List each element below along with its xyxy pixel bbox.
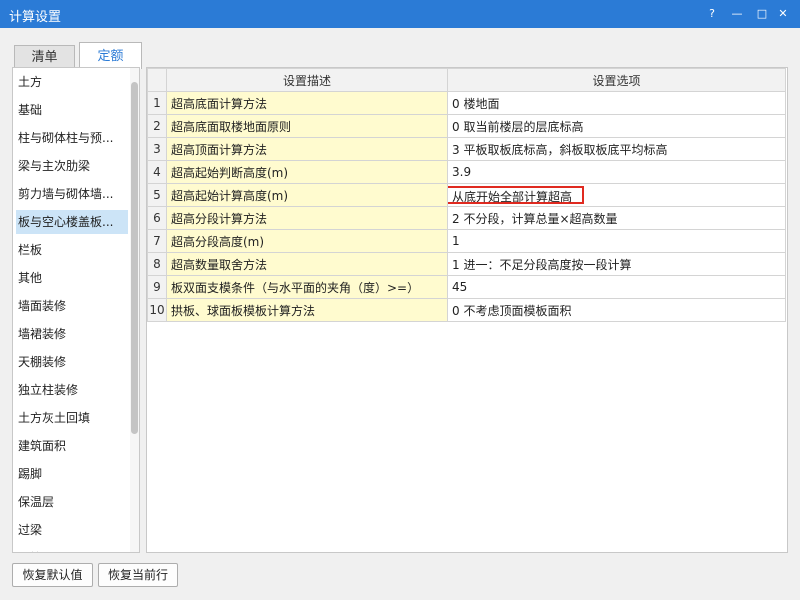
category-item[interactable]: 天棚装修 (16, 350, 128, 374)
restore-current-row-button[interactable]: 恢复当前行 (98, 563, 178, 587)
setting-option[interactable]: 1 (447, 229, 786, 253)
selected-option-editor[interactable]: 从底开始全部计算超高 (448, 186, 584, 204)
category-item[interactable]: 墙面装修 (16, 294, 128, 318)
setting-description: 超高分段高度(m) (166, 229, 448, 253)
category-item[interactable]: 保温层 (16, 490, 128, 514)
setting-option[interactable]: 1 进一：不足分段高度按一段计算 (447, 252, 786, 276)
settings-grid-panel: 设置描述 设置选项 1 超高底面计算方法 0 楼地面 2 超高底面取楼地面原则 0 取当前… (146, 67, 788, 553)
table-row[interactable]: 6 超高分段计算方法 2 不分段，计算总量×超高数量 (147, 206, 786, 230)
setting-option[interactable]: 0 取当前楼层的层底标高 (447, 114, 786, 138)
row-number: 3 (147, 137, 167, 161)
tab-bill[interactable]: 清单 (14, 45, 75, 69)
tab-quota[interactable]: 定额 (79, 42, 142, 69)
setting-description: 超高底面计算方法 (166, 91, 448, 115)
maximize-icon[interactable]: □ (752, 4, 772, 24)
category-item[interactable]: 建筑面积 (16, 434, 128, 458)
setting-description: 拱板、球面板模板计算方法 (166, 298, 448, 322)
table-row[interactable]: 5 超高起始计算高度(m) 从底开始全部计算超高 (147, 183, 786, 207)
table-header-row: 设置描述 设置选项 (147, 68, 786, 92)
category-item[interactable]: 过梁 (16, 518, 128, 542)
category-item[interactable]: 柱与砌体柱与预... (16, 126, 128, 150)
header-option: 设置选项 (447, 68, 786, 92)
table-row[interactable]: 3 超高顶面计算方法 3 平板取板底标高，斜板取板底平均标高 (147, 137, 786, 161)
category-item[interactable]: 栏板 (16, 238, 128, 262)
row-number: 5 (147, 183, 167, 207)
table-row[interactable]: 10 拱板、球面板模板计算方法 0 不考虑顶面模板面积 (147, 298, 786, 322)
table-row[interactable]: 4 超高起始判断高度(m) 3.9 (147, 160, 786, 184)
header-description: 设置描述 (166, 68, 448, 92)
close-icon[interactable]: ✕ (773, 4, 793, 24)
row-number: 6 (147, 206, 167, 230)
restore-default-button[interactable]: 恢复默认值 (12, 563, 93, 587)
setting-description: 超高起始判断高度(m) (166, 160, 448, 184)
category-list: 土方基础柱与砌体柱与预... 梁与主次肋梁 剪力墙与砌体墙... 板与空心楼盖板...… (12, 67, 140, 553)
category-item[interactable]: 其他 (16, 266, 128, 290)
setting-description: 超高底面取楼地面原则 (166, 114, 448, 138)
help-icon[interactable]: ? (702, 4, 722, 24)
category-item[interactable]: 剪力墙与砌体墙... (16, 182, 128, 206)
window-title: 计算设置 (9, 10, 62, 25)
row-number: 1 (147, 91, 167, 115)
category-item[interactable]: 基础 (16, 98, 128, 122)
settings-table: 设置描述 设置选项 1 超高底面计算方法 0 楼地面 2 超高底面取楼地面原则 0 取当前… (147, 68, 786, 322)
category-item[interactable]: 独立柱装修 (16, 378, 128, 402)
row-number: 9 (147, 275, 167, 299)
setting-option[interactable]: 45 (447, 275, 786, 299)
category-scrollbar-thumb[interactable] (131, 82, 138, 434)
category-item[interactable]: 踢脚 (16, 462, 128, 486)
setting-option[interactable]: 0 不考虑顶面模板面积 (447, 298, 786, 322)
table-row[interactable]: 1 超高底面计算方法 0 楼地面 (147, 91, 786, 115)
setting-option[interactable]: 0 楼地面 (447, 91, 786, 115)
category-item[interactable]: 墙裙装修 (16, 322, 128, 346)
row-number: 2 (147, 114, 167, 138)
category-item[interactable]: 土方灰土回填 (16, 406, 128, 430)
table-row[interactable]: 9 板双面支模条件（与水平面的夹角（度）>=） 45 (147, 275, 786, 299)
title-bar: 计算设置 ? — □ ✕ (0, 0, 800, 28)
setting-option[interactable]: 从底开始全部计算超高 (447, 183, 786, 207)
minimize-icon[interactable]: — (727, 4, 747, 24)
setting-description: 超高分段计算方法 (166, 206, 448, 230)
row-number: 4 (147, 160, 167, 184)
category-item[interactable]: 板与空心楼盖板... (16, 210, 128, 234)
header-row-number (147, 68, 167, 92)
setting-option[interactable]: 2 不分段，计算总量×超高数量 (447, 206, 786, 230)
setting-description: 超高数量取舍方法 (166, 252, 448, 276)
category-item[interactable]: 砌块... (16, 546, 128, 552)
setting-option[interactable]: 3 平板取板底标高，斜板取板底平均标高 (447, 137, 786, 161)
category-item[interactable]: 土方 (16, 70, 128, 94)
table-row[interactable]: 8 超高数量取舍方法 1 进一：不足分段高度按一段计算 (147, 252, 786, 276)
table-row[interactable]: 7 超高分段高度(m) 1 (147, 229, 786, 253)
row-number: 7 (147, 229, 167, 253)
setting-description: 超高起始计算高度(m) (166, 183, 448, 207)
setting-description: 超高顶面计算方法 (166, 137, 448, 161)
setting-description: 板双面支模条件（与水平面的夹角（度）>=） (166, 275, 448, 299)
category-item[interactable]: 梁与主次肋梁 (16, 154, 128, 178)
setting-option[interactable]: 3.9 (447, 160, 786, 184)
row-number: 10 (147, 298, 167, 322)
table-row[interactable]: 2 超高底面取楼地面原则 0 取当前楼层的层底标高 (147, 114, 786, 138)
row-number: 8 (147, 252, 167, 276)
